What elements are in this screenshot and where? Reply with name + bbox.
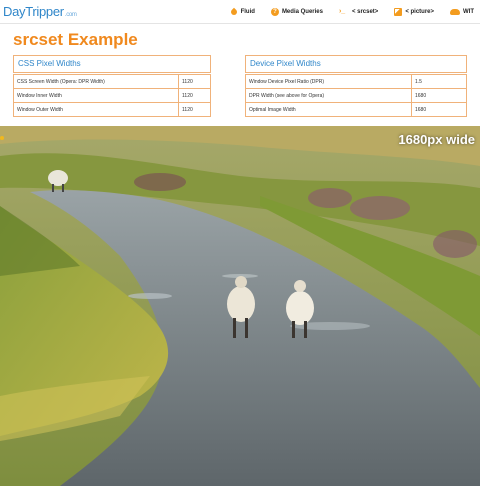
table-row: CSS Screen Width (Opera: DPR Width) 1120 <box>13 74 211 89</box>
row-value: 1680 <box>411 88 467 103</box>
row-label: DPR Width (see above for Opera) <box>245 88 412 103</box>
row-label: Window Inner Width <box>13 88 179 103</box>
nav-srcset-label: < srcset> <box>351 9 379 15</box>
table-row: Window Device Pixel Ratio (DPR) 1.5 <box>245 74 467 89</box>
device-pixel-table: Window Device Pixel Ratio (DPR) 1.5 DPR … <box>245 74 467 117</box>
landscape-photo: 1680px wide <box>0 126 480 486</box>
nav-wit-label: WIT <box>463 9 474 15</box>
row-value: 1120 <box>178 88 211 103</box>
nav-media-queries-label: Media Queries <box>281 9 323 15</box>
row-label: Optimal Image Width <box>245 102 412 117</box>
row-value: 1120 <box>178 102 211 117</box>
image-width-overlay: 1680px wide <box>398 132 475 147</box>
row-value: 1.5 <box>411 74 467 89</box>
nav-fluid[interactable]: Fluid <box>229 7 255 17</box>
nav-picture[interactable]: < picture> <box>394 8 434 16</box>
nav-picture-label: < picture> <box>405 9 434 15</box>
picture-icon <box>394 8 403 16</box>
cloud-icon <box>450 9 460 15</box>
nav-fluid-label: Fluid <box>240 9 255 15</box>
logo-text: DayTripper <box>3 4 64 19</box>
sheep-road-image <box>0 126 480 486</box>
main-nav: Fluid ? Media Queries ›_ < srcset> < pic… <box>215 0 474 24</box>
css-pixel-table: CSS Screen Width (Opera: DPR Width) 1120… <box>13 74 211 117</box>
table-row: DPR Width (see above for Opera) 1680 <box>245 88 467 103</box>
css-pixel-widths-panel: CSS Pixel Widths CSS Screen Width (Opera… <box>13 55 211 117</box>
nav-wit[interactable]: WIT <box>450 9 474 15</box>
page: DayTripper.com Fluid ? Media Queries ›_ … <box>0 0 480 486</box>
device-table-heading: Device Pixel Widths <box>245 55 467 73</box>
site-logo[interactable]: DayTripper.com <box>3 4 77 19</box>
table-row: Optimal Image Width 1680 <box>245 102 467 117</box>
top-nav-bar: DayTripper.com Fluid ? Media Queries ›_ … <box>0 0 480 24</box>
row-label: Window Device Pixel Ratio (DPR) <box>245 74 412 89</box>
code-icon: ›_ <box>338 8 346 15</box>
css-table-heading: CSS Pixel Widths <box>13 55 211 73</box>
nav-srcset[interactable]: ›_ < srcset> <box>339 8 378 16</box>
row-label: Window Outer Width <box>13 102 179 117</box>
question-icon: ? <box>270 8 279 16</box>
drop-icon <box>229 7 238 17</box>
row-value: 1120 <box>178 74 211 89</box>
row-label: CSS Screen Width (Opera: DPR Width) <box>13 74 179 89</box>
device-pixel-widths-panel: Device Pixel Widths Window Device Pixel … <box>245 55 467 117</box>
nav-media-queries[interactable]: ? Media Queries <box>270 8 323 16</box>
table-row: Window Inner Width 1120 <box>13 88 211 103</box>
table-row: Window Outer Width 1120 <box>13 102 211 117</box>
logo-domain: .com <box>64 12 77 18</box>
page-title: srcset Example <box>13 30 138 49</box>
row-value: 1680 <box>411 102 467 117</box>
